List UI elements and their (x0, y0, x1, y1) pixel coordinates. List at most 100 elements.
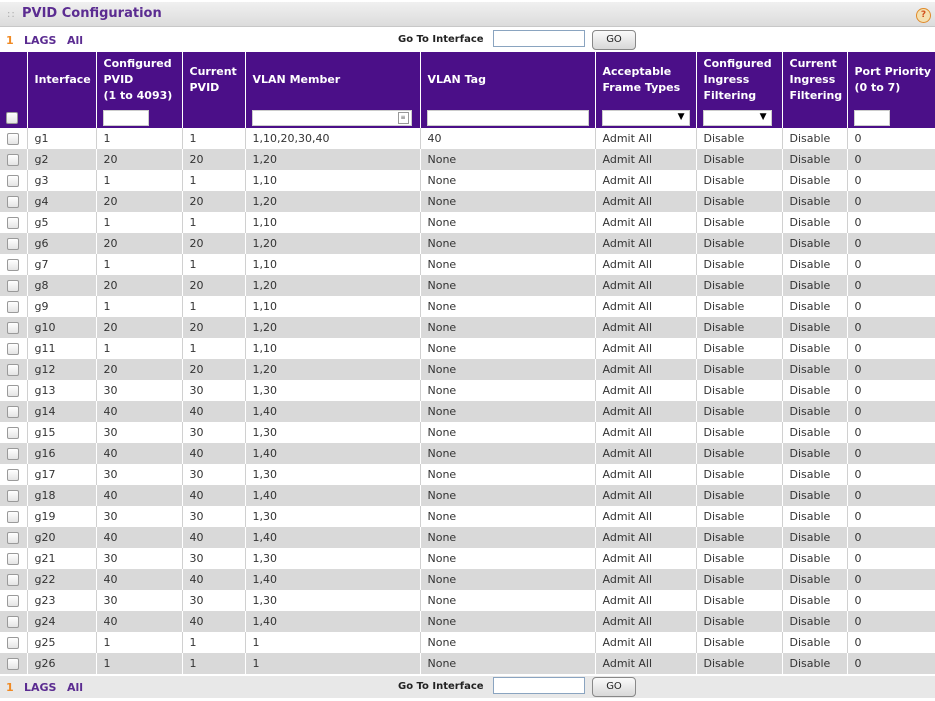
table-row[interactable]: g24 40 40 1,40 None Admit All Disable Disable 0 (0, 611, 935, 632)
table-row[interactable]: g8 20 20 1,20 None Admit All Disable Disable 0 (0, 275, 935, 296)
table-row[interactable]: g26 1 1 1 None Admit All Disable Disable 0 (0, 653, 935, 674)
col-vlan-tag[interactable]: VLAN Tag (420, 52, 596, 107)
row-checkbox[interactable] (7, 469, 19, 481)
col-configured-ingress-filtering[interactable]: Configured Ingress Filtering (696, 52, 783, 107)
row-checkbox[interactable] (7, 406, 19, 418)
row-checkbox[interactable] (7, 385, 19, 397)
table-row[interactable]: g25 1 1 1 None Admit All Disable Disable 0 (0, 632, 935, 653)
row-checkbox[interactable] (7, 238, 19, 250)
row-checkbox[interactable] (7, 217, 19, 229)
configured-ingress-filtering-select[interactable]: ▼ (702, 109, 772, 126)
col-vlan-member[interactable]: VLAN Member (245, 52, 421, 107)
row-checkbox[interactable] (7, 553, 19, 565)
table-row[interactable]: g22 40 40 1,40 None Admit All Disable Disable 0 (0, 569, 935, 590)
acceptable-frame-types-select[interactable]: ▼ (601, 109, 690, 126)
table-row[interactable]: g12 20 20 1,20 None Admit All Disable Disable 0 (0, 359, 935, 380)
row-checkbox[interactable] (7, 595, 19, 607)
row-checkbox[interactable] (7, 616, 19, 628)
table-row[interactable]: g20 40 40 1,40 None Admit All Disable Disable 0 (0, 527, 935, 548)
table-cell: 1 (96, 128, 183, 149)
table-row[interactable]: g23 30 30 1,30 None Admit All Disable Disable 0 (0, 590, 935, 611)
col-acceptable-frame-types[interactable]: Acceptable Frame Types (595, 52, 697, 107)
row-checkbox[interactable] (7, 637, 19, 649)
goto-interface-input[interactable] (493, 30, 585, 47)
col-interface[interactable]: Interface (27, 52, 97, 107)
row-checkbox[interactable] (7, 301, 19, 313)
table-cell: g10 (27, 317, 97, 338)
table-row[interactable]: g3 1 1 1,10 None Admit All Disable Disable 0 (0, 170, 935, 191)
row-checkbox[interactable] (7, 490, 19, 502)
table-cell: 40 (96, 485, 183, 506)
table-row[interactable]: g4 20 20 1,20 None Admit All Disable Disable 0 (0, 191, 935, 212)
goto-interface-input[interactable] (493, 677, 585, 694)
row-checkbox[interactable] (7, 427, 19, 439)
go-button[interactable]: GO (592, 677, 636, 697)
row-checkbox[interactable] (7, 280, 19, 292)
table-row[interactable]: g9 1 1 1,10 None Admit All Disable Disable 0 (0, 296, 935, 317)
col-current-ingress-filtering[interactable]: Current Ingress Filtering (782, 52, 848, 107)
table-cell: Disable (782, 548, 848, 569)
configured-pvid-input[interactable] (102, 109, 149, 126)
row-checkbox[interactable] (7, 175, 19, 187)
col-configured-pvid[interactable]: Configured PVID (1 to 4093) (96, 52, 183, 107)
table-cell: Disable (696, 233, 783, 254)
nav-all-link[interactable]: All (67, 34, 83, 47)
nav-lags-link[interactable]: LAGS (24, 34, 56, 47)
table-cell: Disable (696, 569, 783, 590)
row-checkbox[interactable] (7, 322, 19, 334)
help-icon[interactable]: ? (916, 8, 931, 23)
row-checkbox[interactable] (7, 196, 19, 208)
table-row[interactable]: g21 30 30 1,30 None Admit All Disable Disable 0 (0, 548, 935, 569)
nav-all-link[interactable]: All (67, 681, 83, 694)
table-row[interactable]: g14 40 40 1,40 None Admit All Disable Disable 0 (0, 401, 935, 422)
table-cell: Admit All (595, 464, 697, 485)
table-row[interactable]: g7 1 1 1,10 None Admit All Disable Disable 0 (0, 254, 935, 275)
vlan-tag-input[interactable] (426, 109, 589, 126)
table-cell: 40 (96, 527, 183, 548)
row-checkbox[interactable] (7, 154, 19, 166)
table-cell: Disable (696, 338, 783, 359)
row-checkbox[interactable] (7, 658, 19, 670)
table-row[interactable]: g18 40 40 1,40 None Admit All Disable Disable 0 (0, 485, 935, 506)
row-checkbox[interactable] (7, 133, 19, 145)
nav-unit-1[interactable]: 1 (6, 681, 14, 694)
go-button[interactable]: GO (592, 30, 636, 50)
table-row[interactable]: g16 40 40 1,40 None Admit All Disable Disable 0 (0, 443, 935, 464)
table-cell: Disable (782, 506, 848, 527)
table-cell: g6 (27, 233, 97, 254)
table-cell: 40 (182, 527, 246, 548)
row-checkbox[interactable] (7, 532, 19, 544)
table-cell: 1 (96, 212, 183, 233)
table-row[interactable]: g6 20 20 1,20 None Admit All Disable Disable 0 (0, 233, 935, 254)
table-cell: 0 (847, 317, 935, 338)
row-checkbox[interactable] (7, 574, 19, 586)
table-row[interactable]: g13 30 30 1,30 None Admit All Disable Disable 0 (0, 380, 935, 401)
table-row[interactable]: g1 1 1 1,10,20,30,40 40 Admit All Disable Disab… (0, 128, 935, 149)
vlan-member-input[interactable]: ≡ (251, 109, 412, 126)
table-cell: Disable (782, 632, 848, 653)
table-cell: Disable (696, 128, 783, 149)
row-checkbox[interactable] (7, 343, 19, 355)
table-row[interactable]: g11 1 1 1,10 None Admit All Disable Disable 0 (0, 338, 935, 359)
table-cell: 1,20 (245, 233, 421, 254)
nav-unit-1[interactable]: 1 (6, 34, 14, 47)
port-priority-input[interactable] (853, 109, 890, 126)
table-cell: 20 (96, 275, 183, 296)
edit-list-icon[interactable]: ≡ (397, 111, 409, 124)
table-row[interactable]: g5 1 1 1,10 None Admit All Disable Disable 0 (0, 212, 935, 233)
row-checkbox[interactable] (7, 259, 19, 271)
col-current-pvid[interactable]: Current PVID (182, 52, 246, 107)
row-checkbox[interactable] (7, 364, 19, 376)
nav-lags-link[interactable]: LAGS (24, 681, 56, 694)
table-cell: 30 (182, 548, 246, 569)
table-row[interactable]: g15 30 30 1,30 None Admit All Disable Disable 0 (0, 422, 935, 443)
table-row[interactable]: g2 20 20 1,20 None Admit All Disable Disable 0 (0, 149, 935, 170)
col-port-priority[interactable]: Port Priority (0 to 7) (847, 52, 935, 107)
table-row[interactable]: g17 30 30 1,30 None Admit All Disable Disable 0 (0, 464, 935, 485)
row-checkbox[interactable] (7, 511, 19, 523)
row-checkbox[interactable] (7, 448, 19, 460)
table-row[interactable]: g10 20 20 1,20 None Admit All Disable Disable 0 (0, 317, 935, 338)
table-cell: Admit All (595, 590, 697, 611)
table-row[interactable]: g19 30 30 1,30 None Admit All Disable Disable 0 (0, 506, 935, 527)
select-all-checkbox[interactable] (6, 112, 18, 124)
